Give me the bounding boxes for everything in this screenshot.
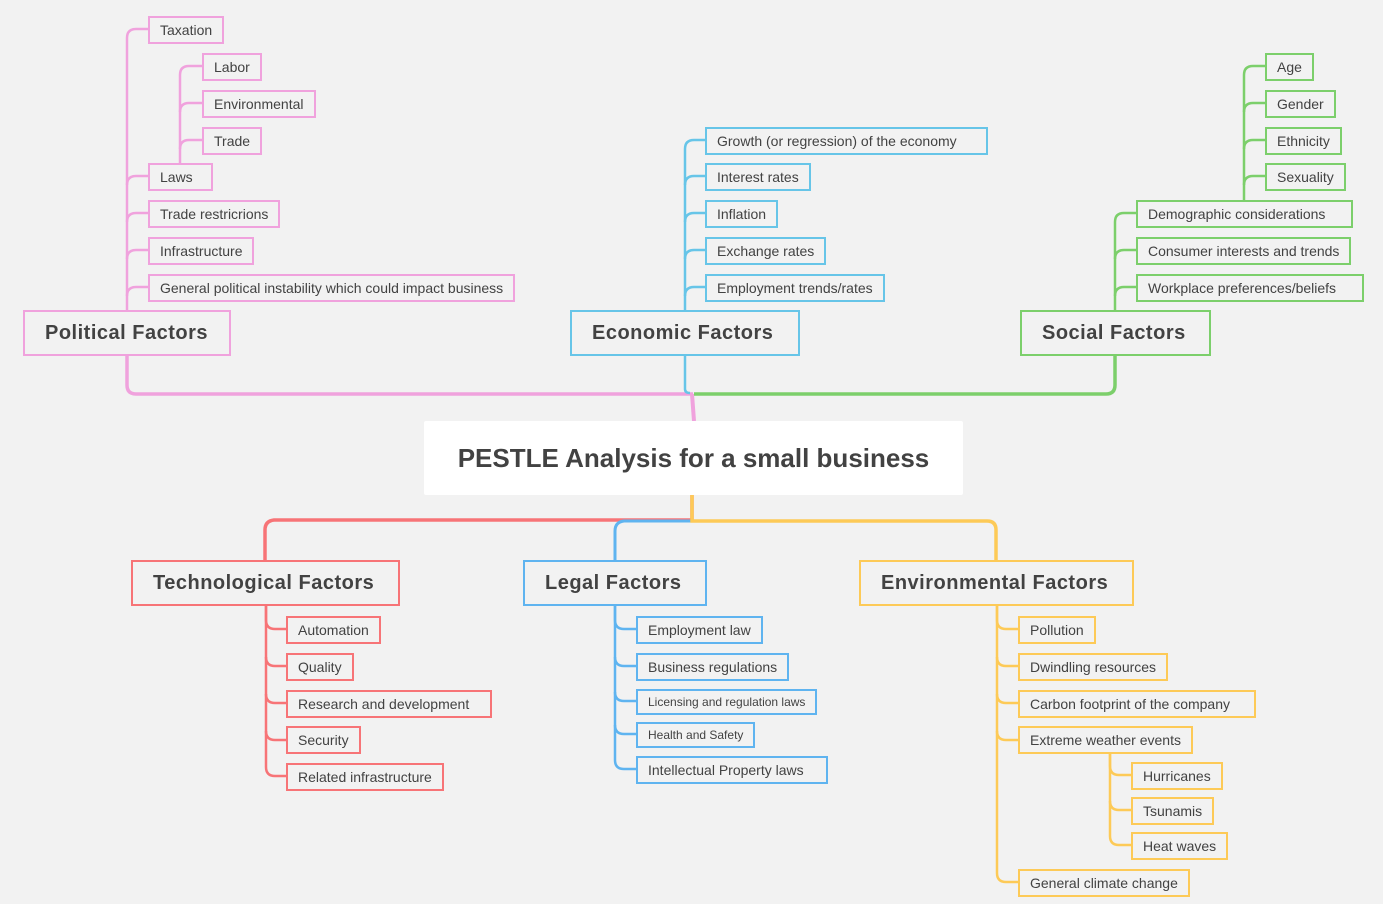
- root-topic[interactable]: PESTLE Analysis for a small business: [424, 421, 963, 495]
- topic-intellectual-property[interactable]: Intellectual Property laws: [636, 756, 828, 784]
- topic-security[interactable]: Security: [286, 726, 361, 754]
- topic-pollution[interactable]: Pollution: [1018, 616, 1096, 644]
- topic-employment-law[interactable]: Employment law: [636, 616, 763, 644]
- branch-political[interactable]: Political Factors: [23, 310, 231, 356]
- branch-environmental[interactable]: Environmental Factors: [859, 560, 1134, 606]
- topic-demographic[interactable]: Demographic considerations: [1136, 200, 1353, 228]
- topic-business-regulations[interactable]: Business regulations: [636, 653, 790, 681]
- topic-licensing-laws[interactable]: Licensing and regulation laws: [636, 689, 818, 715]
- topic-sexuality[interactable]: Sexuality: [1265, 163, 1346, 191]
- topic-related-infrastructure[interactable]: Related infrastructure: [286, 763, 444, 791]
- branch-technological[interactable]: Technological Factors: [131, 560, 400, 606]
- topic-tsunamis[interactable]: Tsunamis: [1131, 797, 1215, 825]
- topic-quality[interactable]: Quality: [286, 653, 354, 681]
- topic-exchange-rates[interactable]: Exchange rates: [705, 237, 827, 265]
- topic-hurricanes[interactable]: Hurricanes: [1131, 762, 1223, 790]
- branch-social[interactable]: Social Factors: [1020, 310, 1211, 356]
- topic-gender[interactable]: Gender: [1265, 90, 1336, 118]
- topic-research-development[interactable]: Research and development: [286, 690, 492, 718]
- branch-legal[interactable]: Legal Factors: [523, 560, 707, 606]
- topic-growth[interactable]: Growth (or regression) of the economy: [705, 127, 988, 155]
- topic-taxation[interactable]: Taxation: [148, 16, 225, 44]
- topic-dwindling-resources[interactable]: Dwindling resources: [1018, 653, 1169, 681]
- topic-automation[interactable]: Automation: [286, 616, 381, 644]
- topic-trade[interactable]: Trade: [202, 127, 263, 155]
- topic-age[interactable]: Age: [1265, 53, 1314, 81]
- topic-laws[interactable]: Laws: [148, 163, 213, 191]
- topic-heat-waves[interactable]: Heat waves: [1131, 832, 1229, 860]
- topic-workplace-preferences[interactable]: Workplace preferences/beliefs: [1136, 274, 1364, 302]
- branch-economic[interactable]: Economic Factors: [570, 310, 800, 356]
- topic-interest-rates[interactable]: Interest rates: [705, 163, 811, 191]
- topic-infrastructure[interactable]: Infrastructure: [148, 237, 255, 265]
- topic-consumer-interests[interactable]: Consumer interests and trends: [1136, 237, 1352, 265]
- topic-climate-change[interactable]: General climate change: [1018, 869, 1190, 897]
- topic-trade-restrictions[interactable]: Trade restricrions: [148, 200, 281, 228]
- topic-inflation[interactable]: Inflation: [705, 200, 779, 228]
- topic-political-instability[interactable]: General political instability which coul…: [148, 274, 516, 302]
- topic-carbon-footprint[interactable]: Carbon footprint of the company: [1018, 690, 1256, 718]
- topic-ethnicity[interactable]: Ethnicity: [1265, 127, 1342, 155]
- topic-employment-trends[interactable]: Employment trends/rates: [705, 274, 885, 302]
- topic-environmental[interactable]: Environmental: [202, 90, 316, 118]
- topic-labor[interactable]: Labor: [202, 53, 262, 81]
- topic-extreme-weather[interactable]: Extreme weather events: [1018, 726, 1193, 754]
- topic-health-safety[interactable]: Health and Safety: [636, 722, 756, 748]
